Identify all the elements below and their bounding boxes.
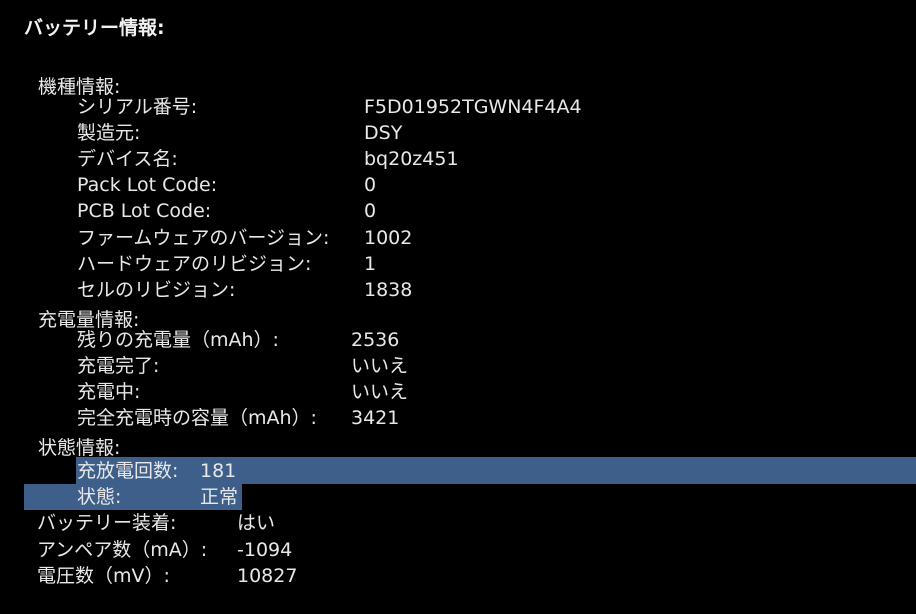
info-row-remaining-charge[interactable]: 残りの充電量（mAh）: 2536	[0, 327, 916, 353]
info-row-firmware-version[interactable]: ファームウェアのバージョン: 1002	[0, 225, 916, 251]
row-value: 1	[364, 253, 377, 275]
row-value: F5D01952TGWN4F4A4	[364, 96, 582, 118]
row-label: アンペア数（mA）:	[37, 539, 208, 561]
row-label: ファームウェアのバージョン:	[77, 227, 330, 249]
info-row-battery-installed[interactable]: バッテリー装着: はい	[0, 510, 916, 536]
row-value: bq20z451	[364, 148, 459, 170]
row-value: 1838	[364, 279, 413, 301]
row-value: 2536	[351, 329, 400, 351]
info-row-charging[interactable]: 充電中: いいえ	[0, 379, 916, 405]
info-row-voltage[interactable]: 電圧数（mV）: 10827	[0, 563, 916, 589]
row-label: 完全充電時の容量（mAh）:	[77, 407, 317, 429]
row-label: 残りの充電量（mAh）:	[77, 329, 279, 351]
row-label: 充電完了:	[77, 355, 160, 377]
row-value: 10827	[237, 565, 298, 587]
row-label: シリアル番号:	[77, 96, 198, 118]
row-label: セルのリビジョン:	[77, 279, 236, 301]
row-value: いいえ	[351, 381, 409, 403]
row-value: 正常	[200, 486, 239, 508]
info-row-fully-charged[interactable]: 充電完了: いいえ	[0, 353, 916, 379]
row-value: 1002	[364, 227, 413, 249]
info-row-device-name[interactable]: デバイス名: bq20z451	[0, 146, 916, 172]
row-value: -1094	[237, 539, 293, 561]
info-row-cycle-count[interactable]: 充放電回数: 181	[0, 458, 916, 484]
info-row-serial-number[interactable]: シリアル番号: F5D01952TGWN4F4A4	[0, 94, 916, 120]
row-value: いいえ	[351, 355, 409, 377]
row-label: 電圧数（mV）:	[37, 565, 170, 587]
row-label: デバイス名:	[77, 148, 178, 170]
info-row-pack-lot-code[interactable]: Pack Lot Code: 0	[0, 172, 916, 198]
row-value: 0	[364, 174, 377, 196]
row-label: 充放電回数:	[77, 460, 179, 482]
row-label: ハードウェアのリビジョン:	[77, 253, 312, 275]
row-value: DSY	[364, 122, 403, 144]
info-row-pcb-lot-code[interactable]: PCB Lot Code: 0	[0, 198, 916, 224]
row-label: Pack Lot Code:	[77, 174, 218, 196]
section-heading-health-info: 状態情報:	[38, 437, 121, 459]
row-label: 充電中:	[77, 381, 141, 403]
row-value: 181	[200, 460, 237, 482]
info-row-manufacturer[interactable]: 製造元: DSY	[0, 120, 916, 146]
row-label: 製造元:	[77, 122, 141, 144]
info-row-amperage[interactable]: アンペア数（mA）: -1094	[0, 537, 916, 563]
row-value: 3421	[351, 407, 400, 429]
info-row-condition[interactable]: 状態: 正常	[0, 484, 916, 510]
row-label: バッテリー装着:	[37, 512, 177, 534]
row-label: PCB Lot Code:	[77, 200, 212, 222]
page-title: バッテリー情報:	[24, 17, 165, 39]
row-label: 状態:	[77, 486, 122, 508]
info-row-cell-revision[interactable]: セルのリビジョン: 1838	[0, 277, 916, 303]
info-row-hardware-revision[interactable]: ハードウェアのリビジョン: 1	[0, 251, 916, 277]
info-row-full-charge-capacity[interactable]: 完全充電時の容量（mAh）: 3421	[0, 405, 916, 431]
row-value: 0	[364, 200, 377, 222]
row-value: はい	[237, 512, 276, 534]
